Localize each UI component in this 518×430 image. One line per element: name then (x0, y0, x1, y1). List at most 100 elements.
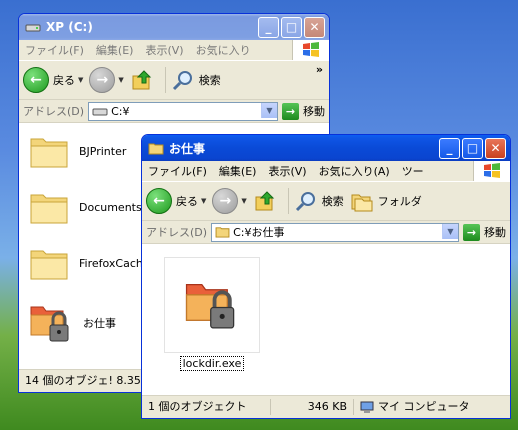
folder-icon (30, 194, 68, 224)
toolbar-more-icon[interactable]: » (316, 63, 323, 76)
back-arrow-icon: ← (23, 67, 49, 93)
search-icon (172, 71, 192, 91)
back-label: 戻る (176, 195, 198, 208)
list-item[interactable]: お仕事 (29, 301, 116, 345)
menu-favorites[interactable]: お気に入り (190, 42, 257, 58)
windows-flag-icon (292, 40, 329, 60)
close-button[interactable]: ✕ (304, 16, 325, 38)
front-window-titlebar[interactable]: お仕事 _ □ ✕ (142, 135, 510, 161)
menu-bar: ファイル(F) 編集(E) 表示(V) お気に入り(A) ツー (142, 161, 510, 182)
forward-button[interactable]: → ▼ (212, 188, 247, 214)
folder-icon (30, 250, 68, 280)
status-bar: 1 個のオブジェクト 346 KB マイ コンピュータ (142, 395, 510, 418)
locked-folder-icon (30, 306, 69, 342)
minimize-button[interactable]: _ (258, 16, 279, 38)
menu-bar: ファイル(F) 編集(E) 表示(V) お気に入り (19, 40, 329, 61)
forward-button[interactable]: → ▼ (89, 67, 124, 93)
status-location: マイ コンピュータ (354, 399, 476, 415)
file-name: FirefoxCach (79, 256, 143, 270)
address-input[interactable]: C:¥お仕事 ▼ (211, 222, 459, 242)
window-title: XP (C:) (46, 20, 93, 34)
go-label: 移動 (303, 105, 325, 118)
address-bar: アドレス(D) C:¥ ▼ → 移動 (19, 100, 329, 123)
folders-icon (351, 194, 373, 212)
folders-label: フォルダ (377, 195, 422, 208)
menu-file[interactable]: ファイル(F) (19, 42, 90, 58)
file-list: lockdir.exe (142, 244, 510, 396)
go-button[interactable]: → 移動 (463, 223, 506, 241)
standard-toolbar: ← 戻る ▼ → ▼ 検索 » (19, 61, 329, 100)
window-title: お仕事 (169, 141, 206, 156)
list-item[interactable]: lockdir.exe (164, 257, 260, 371)
up-folder-button[interactable] (130, 68, 154, 92)
file-name: Documents (79, 200, 142, 214)
forward-arrow-icon: → (212, 188, 239, 214)
list-item[interactable]: BJPrinter (29, 133, 126, 169)
menu-file[interactable]: ファイル(F) (142, 163, 213, 179)
status-objects: 1 個のオブジェクト (142, 399, 271, 415)
maximize-button[interactable]: □ (281, 16, 302, 38)
search-label: 検索 (198, 74, 221, 87)
search-button[interactable]: 検索 (171, 68, 221, 92)
back-button[interactable]: ← 戻る ▼ (23, 67, 83, 93)
address-bar: アドレス(D) C:¥お仕事 ▼ → 移動 (142, 221, 510, 244)
file-name: lockdir.exe (179, 356, 245, 371)
address-input[interactable]: C:¥ ▼ (88, 101, 278, 121)
folders-button[interactable]: フォルダ (350, 189, 422, 213)
status-size: 346 KB (271, 399, 354, 415)
back-button[interactable]: ← 戻る ▼ (146, 188, 206, 214)
go-label: 移動 (484, 226, 506, 239)
list-item[interactable]: FirefoxCach (29, 245, 143, 281)
folder-icon (148, 141, 164, 155)
address-label: アドレス(D) (146, 226, 208, 239)
address-value: C:¥お仕事 (233, 226, 285, 239)
back-dropdown-icon[interactable]: ▼ (201, 197, 206, 205)
forward-dropdown-icon[interactable]: ▼ (118, 76, 123, 84)
back-window-titlebar[interactable]: XP (C:) _ □ ✕ (19, 14, 329, 40)
back-dropdown-icon[interactable]: ▼ (78, 76, 83, 84)
close-button[interactable]: ✕ (485, 137, 506, 159)
front-explorer-window: お仕事 _ □ ✕ ファイル(F) 編集(E) 表示(V) お気に入り(A) ツ… (141, 134, 511, 419)
menu-edit[interactable]: 編集(E) (90, 42, 140, 58)
drive-icon (25, 20, 41, 34)
toolbar-separator (287, 188, 289, 214)
windows-flag-icon (473, 161, 510, 181)
menu-edit[interactable]: 編集(E) (213, 163, 263, 179)
back-label: 戻る (53, 74, 75, 87)
forward-arrow-icon: → (89, 67, 116, 93)
file-thumbnail (164, 257, 260, 353)
maximize-button[interactable]: □ (462, 137, 483, 159)
file-name: BJPrinter (79, 144, 127, 158)
standard-toolbar: ← 戻る ▼ → ▼ 検索 フォルダ (142, 182, 510, 221)
go-button[interactable]: → 移動 (282, 102, 325, 120)
address-label: アドレス(D) (23, 105, 85, 118)
locked-folder-icon (185, 284, 235, 329)
file-name: お仕事 (83, 317, 116, 330)
search-button[interactable]: 検索 (294, 189, 344, 213)
minimize-button[interactable]: _ (439, 137, 460, 159)
folder-icon (215, 227, 230, 238)
address-dropdown-icon[interactable]: ▼ (261, 102, 277, 118)
address-value: C:¥ (111, 104, 130, 118)
go-arrow-icon: → (282, 102, 299, 120)
toolbar-separator (164, 67, 166, 93)
up-folder-button[interactable] (253, 189, 277, 213)
location-label: マイ コンピュータ (378, 400, 470, 413)
forward-dropdown-icon[interactable]: ▼ (241, 197, 246, 205)
computer-icon (360, 401, 374, 413)
search-icon (295, 192, 315, 212)
menu-view[interactable]: 表示(V) (139, 42, 189, 58)
menu-tools[interactable]: ツー (396, 163, 430, 179)
menu-favorites[interactable]: お気に入り(A) (313, 163, 396, 179)
address-dropdown-icon[interactable]: ▼ (442, 223, 458, 239)
folder-icon (30, 138, 68, 168)
status-objects: 14 個のオブジェ! 8.35 KB (19, 373, 148, 389)
up-folder-icon (132, 70, 151, 90)
menu-view[interactable]: 表示(V) (262, 163, 312, 179)
list-item[interactable]: Documents (29, 189, 142, 225)
up-folder-icon (255, 191, 274, 211)
drive-icon (92, 108, 108, 116)
go-arrow-icon: → (463, 223, 480, 241)
back-arrow-icon: ← (146, 188, 172, 214)
search-label: 検索 (321, 195, 344, 208)
